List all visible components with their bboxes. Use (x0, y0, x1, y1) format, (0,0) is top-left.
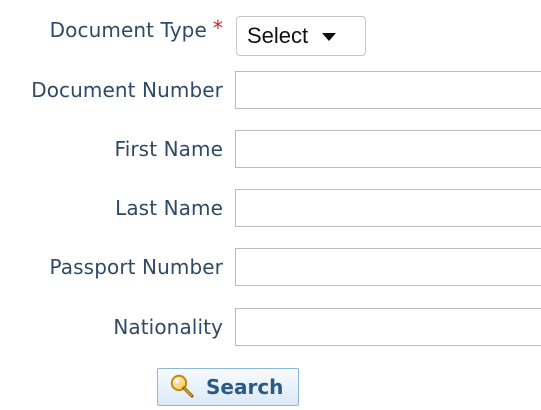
passport-number-label: Passport Number (49, 255, 223, 279)
first-name-label: First Name (114, 137, 223, 161)
required-asterisk: * (212, 16, 223, 40)
document-number-row: Document Number (0, 68, 541, 112)
document-number-label: Document Number (31, 78, 223, 102)
document-type-label: Document Type * (49, 16, 223, 42)
document-type-row: Document Type * Select (0, 8, 541, 56)
passport-number-row: Passport Number (0, 245, 541, 289)
document-number-input[interactable] (235, 71, 541, 109)
document-type-selected-value: Select (247, 23, 309, 48)
passport-number-input[interactable] (235, 248, 541, 286)
nationality-row: Nationality (0, 305, 541, 349)
search-icon (168, 372, 196, 400)
nationality-label: Nationality (113, 315, 223, 339)
nationality-input[interactable] (235, 308, 541, 346)
search-form: Document Type * Select Document Number Fi… (0, 0, 541, 410)
first-name-row: First Name (0, 127, 541, 171)
last-name-input[interactable] (235, 189, 541, 227)
chevron-down-icon (322, 33, 337, 41)
document-type-label-text: Document Type (49, 18, 207, 42)
document-type-select[interactable]: Select (236, 16, 366, 56)
search-button-label: Search (206, 375, 284, 399)
last-name-label: Last Name (115, 196, 223, 220)
first-name-input[interactable] (235, 130, 541, 168)
search-button[interactable]: Search (157, 368, 299, 406)
last-name-row: Last Name (0, 186, 541, 230)
